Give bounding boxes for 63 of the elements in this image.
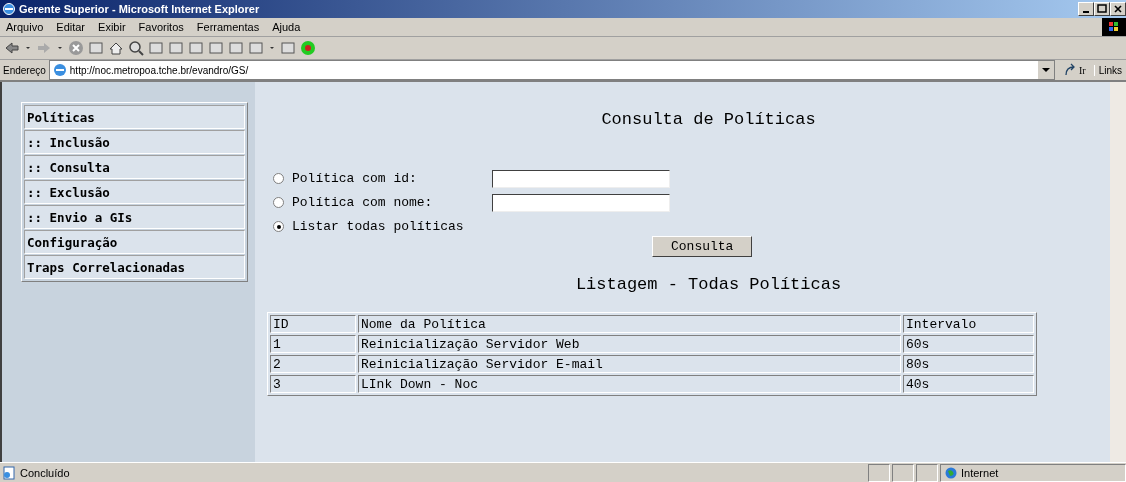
table-cell: Reinicialização Servidor E-mail	[358, 355, 901, 373]
window-title: Gerente Superior - Microsoft Internet Explorer	[19, 3, 261, 15]
column-header: Nome da Política	[358, 315, 901, 333]
minimize-icon	[1083, 11, 1089, 13]
consulta-button[interactable]: Consulta	[652, 236, 753, 257]
sidebar-item[interactable]: :: Envio a GIs	[24, 205, 245, 229]
sidebar-item[interactable]: Traps Correlacionadas	[24, 255, 245, 279]
radio-button[interactable]	[273, 197, 284, 208]
dropdown-button[interactable]	[1037, 61, 1054, 79]
close-icon	[1113, 4, 1123, 14]
close-button[interactable]	[1110, 2, 1126, 16]
browser-logo-icon	[2, 2, 16, 16]
status-pane	[868, 463, 890, 482]
radio-button[interactable]	[273, 173, 284, 184]
menu-item[interactable]: Ferramentas	[196, 21, 260, 33]
maximize-button[interactable]	[1094, 2, 1110, 16]
forward-arrow-icon[interactable]	[36, 40, 52, 56]
sidebar-item[interactable]: :: Inclusão	[24, 130, 245, 154]
scrollbar[interactable]	[1110, 82, 1126, 462]
links-button[interactable]: Links	[1093, 64, 1126, 76]
home-icon[interactable]	[108, 40, 124, 56]
column-header: ID	[270, 315, 356, 333]
back-arrow-icon[interactable]	[4, 40, 20, 56]
status-pane	[916, 463, 938, 482]
menu-item[interactable]: Exibir	[98, 21, 126, 33]
sidebar-item[interactable]: Configuração	[24, 230, 245, 254]
status-pane	[892, 463, 914, 482]
radio-button[interactable]	[273, 221, 284, 232]
table-cell: 40s	[903, 375, 1034, 393]
stop-icon[interactable]	[68, 40, 84, 56]
input-field[interactable]	[492, 169, 670, 188]
menu-item[interactable]: Favoritos	[138, 21, 184, 33]
sidebar-item[interactable]: :: Exclusão	[24, 180, 245, 204]
table-cell: 3	[270, 375, 356, 393]
browser-logo-icon	[52, 63, 67, 77]
radio-label: Política com nome:	[292, 195, 434, 210]
radio-label: Listar todas políticas	[292, 219, 465, 234]
maximize-icon	[1097, 4, 1107, 14]
flower-icon[interactable]	[300, 40, 316, 56]
menu-item[interactable]: Editar	[56, 21, 86, 33]
curved-arrow-icon	[1062, 63, 1077, 77]
address-field[interactable]: http://noc.metropoa.tche.br/evandro/GS/	[48, 60, 1055, 80]
table-cell: LInk Down - Noc	[358, 375, 901, 393]
input-field[interactable]	[492, 193, 670, 212]
listing-title: Listagem - Todas Políticas	[574, 275, 843, 294]
menu-item[interactable]: Arquivo	[6, 21, 44, 33]
security-zone: Internet	[940, 463, 1126, 482]
status-text: Concluído	[0, 465, 868, 480]
page-title: Consulta de Políticas	[600, 110, 817, 129]
table-cell: 60s	[903, 335, 1034, 353]
radio-label: Política com id:	[292, 171, 418, 186]
sidebar-item[interactable]: Políticas	[24, 105, 245, 129]
address-label: Endereço	[2, 64, 47, 76]
table-cell: 1	[270, 335, 356, 353]
search-icon[interactable]	[128, 40, 144, 56]
menu-item[interactable]: Ajuda	[272, 21, 301, 33]
table-cell: 80s	[903, 355, 1034, 373]
minimize-button[interactable]	[1078, 2, 1094, 16]
table-cell: 2	[270, 355, 356, 373]
windows-logo-icon	[1102, 18, 1126, 36]
sidebar-item[interactable]: :: Consulta	[24, 155, 245, 179]
column-header: Intervalo	[903, 315, 1034, 333]
table-cell: Reinicialização Servidor Web	[358, 335, 901, 353]
